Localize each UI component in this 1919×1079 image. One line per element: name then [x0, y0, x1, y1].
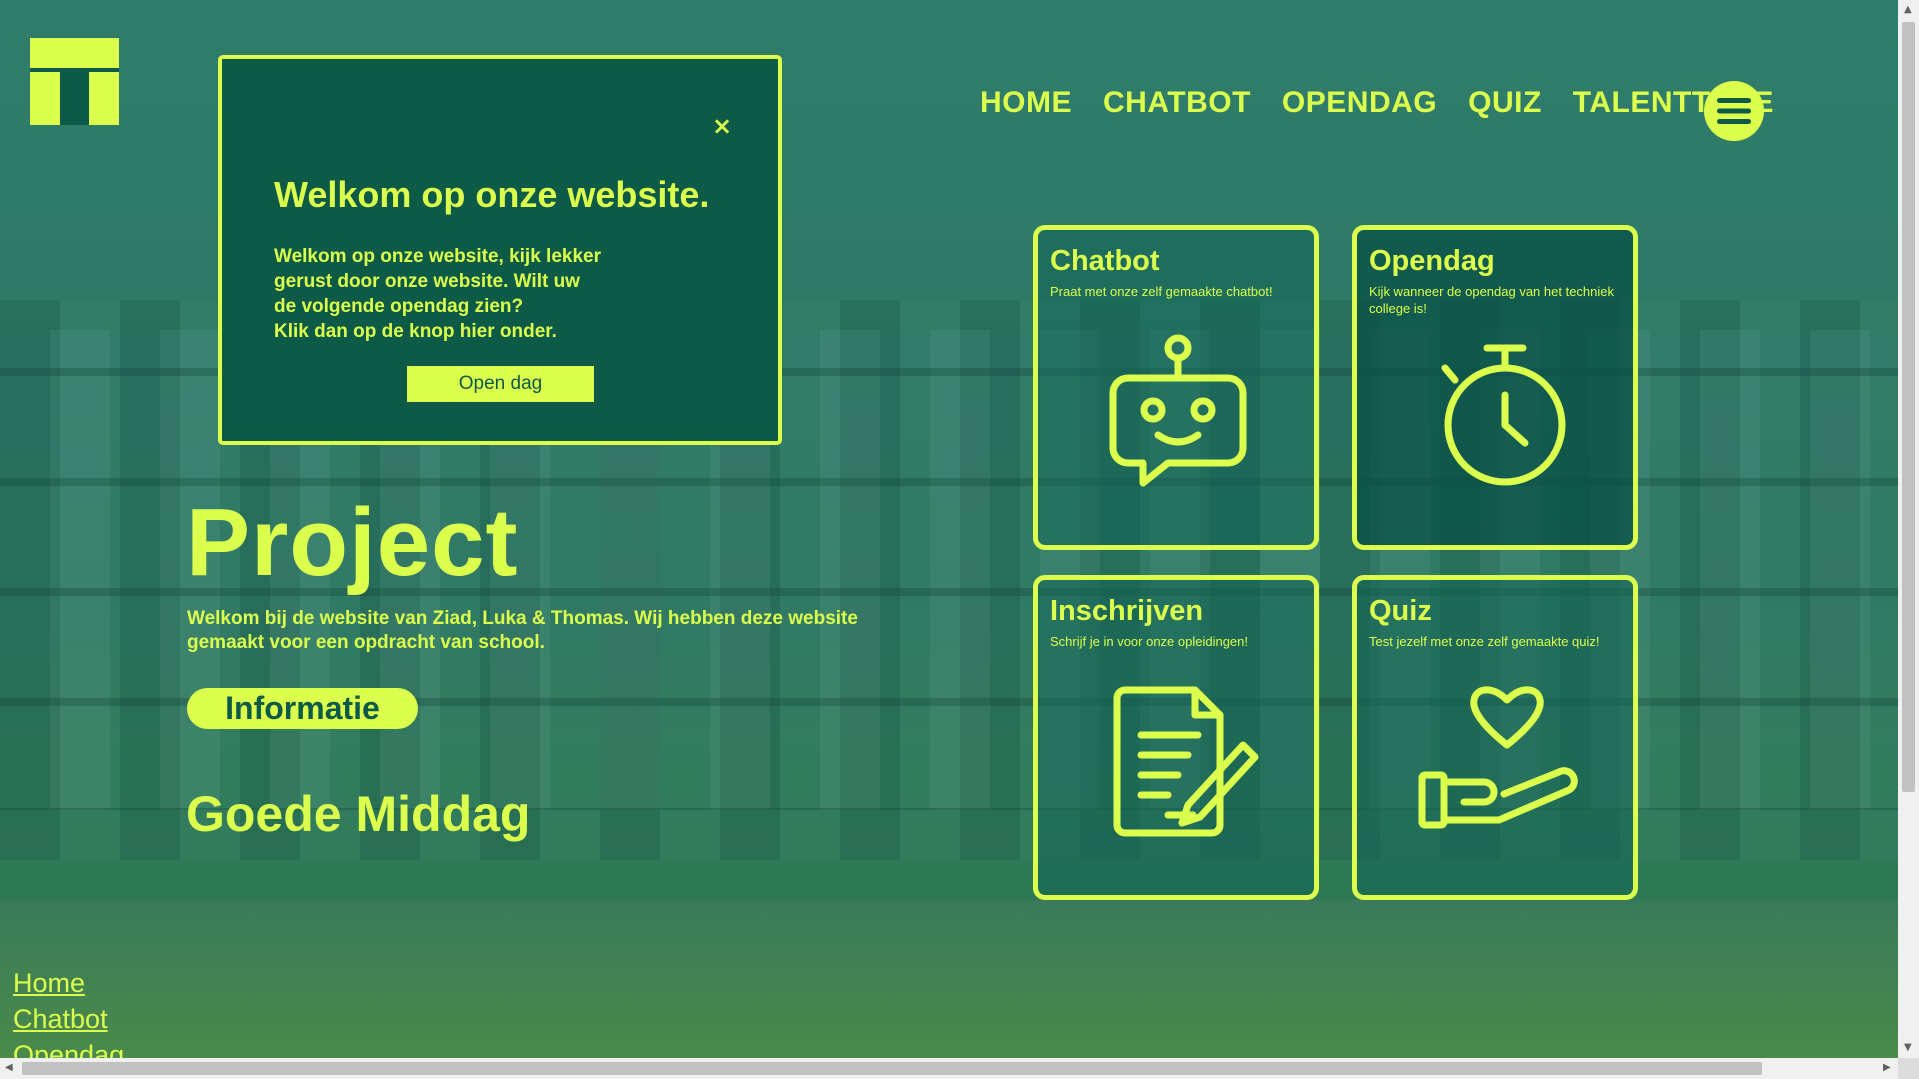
main-nav: HOME CHATBOT OPENDAG QUIZ TALENTTREE — [980, 86, 1774, 120]
stopwatch-icon — [1441, 344, 1566, 486]
card-inschrijven[interactable]: Inschrijven Schrijf je in voor onze ople… — [1033, 575, 1319, 900]
scroll-down-icon[interactable]: ▼ — [1904, 1042, 1912, 1053]
welcome-popup: × Welkom op onze website. Welkom op onze… — [218, 55, 782, 445]
horizontal-scrollbar[interactable]: ◀ ▶ — [0, 1058, 1898, 1079]
popup-line: Welkom op onze website, kijk lekker — [274, 246, 601, 267]
informatie-button[interactable]: Informatie — [187, 688, 418, 729]
site-logo[interactable] — [30, 38, 119, 125]
vertical-scroll-thumb[interactable] — [1902, 22, 1915, 792]
logo-left — [30, 72, 60, 125]
logo-stem — [60, 68, 89, 125]
popup-line: gerust door onze website. Wilt uw — [274, 271, 580, 292]
document-pen-icon — [1113, 686, 1259, 837]
hero-text: Welkom bij de website van Ziad, Luka & T… — [187, 608, 858, 653]
hero-title: Project — [186, 489, 519, 596]
vertical-scrollbar[interactable]: ▲ ▼ — [1898, 0, 1919, 1058]
card-title: Inschrijven — [1050, 595, 1204, 627]
close-icon[interactable]: × — [712, 112, 732, 140]
card-description: Kijk wanneer de opendag van het techniek… — [1369, 284, 1615, 316]
nav-opendag[interactable]: OPENDAG — [1282, 86, 1437, 120]
footer-links: Home Chatbot Opendag — [13, 965, 124, 1073]
nav-quiz[interactable]: QUIZ — [1468, 86, 1542, 120]
hand-heart-icon — [1418, 686, 1578, 829]
card-title: Opendag — [1369, 245, 1495, 277]
scroll-up-icon[interactable]: ▲ — [1904, 4, 1912, 15]
greeting-text: Goede Middag — [186, 786, 531, 842]
robot-icon — [1109, 334, 1247, 487]
footer-link-chatbot[interactable]: Chatbot — [13, 1001, 124, 1037]
scroll-right-icon[interactable]: ▶ — [1883, 1062, 1891, 1073]
card-description: Test jezelf met onze zelf gemaakte quiz! — [1369, 634, 1600, 649]
popup-text: Welkom op onze website, kijk lekker geru… — [274, 244, 634, 344]
popup-line: Klik dan op de knop hier onder. — [274, 321, 557, 342]
card-description: Praat met onze zelf gemaakte chatbot! — [1050, 284, 1273, 299]
card-chatbot[interactable]: Chatbot Praat met onze zelf gemaakte cha… — [1033, 225, 1319, 550]
hamburger-menu-button[interactable] — [1704, 81, 1764, 141]
hamburger-icon — [1717, 98, 1751, 124]
popup-line: de volgende opendag zien? — [274, 296, 524, 317]
card-quiz[interactable]: Quiz Test jezelf met onze zelf gemaakte … — [1352, 575, 1638, 900]
street-image — [0, 900, 1898, 1058]
card-title: Quiz — [1369, 595, 1432, 627]
footer-link-home[interactable]: Home — [13, 965, 124, 1001]
horizontal-scroll-thumb[interactable] — [22, 1062, 1762, 1075]
nav-home[interactable]: HOME — [980, 86, 1072, 120]
scroll-left-icon[interactable]: ◀ — [5, 1062, 13, 1073]
logo-right — [89, 72, 119, 125]
scrollbar-corner — [1898, 1058, 1919, 1079]
logo-bar — [30, 38, 119, 68]
card-opendag[interactable]: Opendag Kijk wanneer de opendag van het … — [1352, 225, 1638, 550]
card-title: Chatbot — [1050, 245, 1160, 277]
popup-title: Welkom op onze website. — [274, 174, 710, 215]
card-description: Schrijf je in voor onze opleidingen! — [1050, 634, 1249, 649]
open-dag-button[interactable]: Open dag — [407, 366, 594, 402]
nav-chatbot[interactable]: CHATBOT — [1103, 86, 1251, 120]
